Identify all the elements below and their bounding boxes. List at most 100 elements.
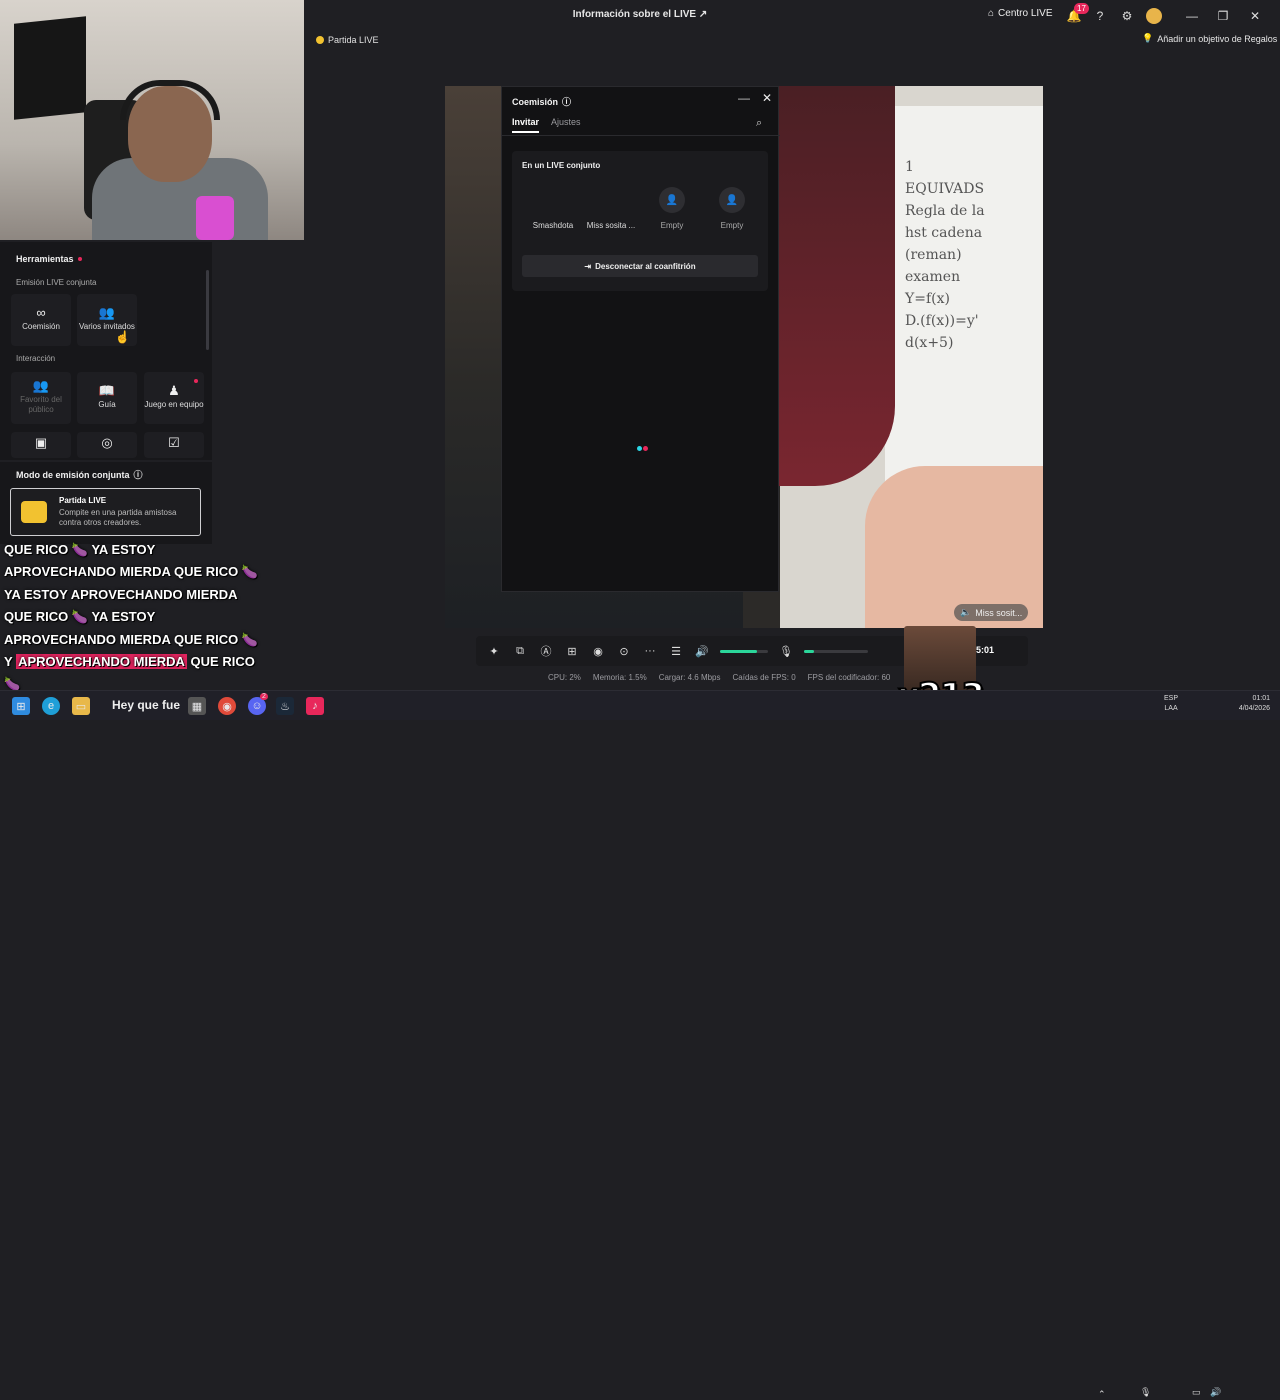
panel-title: Coemisión ⓘ	[512, 95, 572, 108]
memory-metric: Memoria: 1.5%	[592, 673, 647, 682]
book-icon: 📖	[98, 383, 116, 398]
settings-sliders-icon[interactable]: ☰	[668, 645, 684, 658]
loading-spinner	[637, 446, 648, 451]
section-label: Emisión LIVE conjunta	[16, 278, 97, 287]
box-icon: ▣	[34, 435, 48, 450]
help-icon[interactable]: ⓘ	[134, 468, 143, 481]
card-description: Compite en una partida amistosa contra o…	[59, 508, 177, 527]
mic-level-bar[interactable]	[804, 649, 868, 653]
stream-timer: 5:01	[976, 645, 995, 655]
close-icon[interactable]: ✕	[1247, 8, 1263, 24]
microphone	[196, 196, 234, 240]
joint-live-title: En un LIVE conjunto	[522, 161, 601, 170]
guest-name-chip[interactable]: 🔈 Miss sosit...	[954, 604, 1029, 621]
tools-panel: Herramientas Emisión LIVE conjunta ∞ Coem…	[0, 242, 212, 460]
webcam-feed	[0, 0, 304, 240]
partida-live-chip[interactable]: Partida LIVE	[316, 31, 379, 48]
guide-button[interactable]: 📖 Guía	[77, 372, 137, 424]
caption-line: APROVECHANDO MIERDA QUE RICO 🍆	[4, 564, 259, 580]
minimize-icon[interactable]: —	[738, 91, 750, 105]
match-icon	[21, 501, 47, 523]
minimize-icon[interactable]: —	[1184, 8, 1200, 24]
language-indicator[interactable]: ESP LAA	[1164, 694, 1178, 714]
tool-button[interactable]: ◎	[77, 432, 137, 458]
tiktok-live-icon[interactable]: ♪	[306, 697, 324, 715]
folder-icon[interactable]: ▭	[72, 697, 90, 715]
tools-title: Herramientas	[16, 254, 82, 264]
add-gift-goal-button[interactable]: 💡 Añadir un objetivo de Regalos	[1142, 33, 1277, 44]
speaker-icon[interactable]: 🔊	[1210, 1387, 1221, 1398]
restore-icon[interactable]: ❐	[1215, 8, 1231, 24]
partida-live-card[interactable]: Partida LIVE Compite en una partida amis…	[10, 488, 201, 536]
fps-drop-metric: Caídas de FPS: 0	[732, 673, 796, 682]
chevron-up-icon[interactable]: ⌃	[1098, 1389, 1106, 1400]
player-icon: ♟	[168, 383, 180, 398]
guest-slot[interactable]: Miss sosita ...	[582, 187, 640, 230]
scrollbar[interactable]	[206, 270, 209, 350]
more-icon[interactable]: ···	[642, 645, 658, 657]
tab-invitar[interactable]: Invitar	[512, 117, 540, 133]
mic-icon[interactable]: 🎙	[778, 645, 794, 658]
search-icon[interactable]: ⌕	[756, 117, 762, 130]
monitor-icon[interactable]: ▭	[1192, 1387, 1201, 1398]
mic-icon[interactable]: 🎙	[1140, 1387, 1151, 1398]
windows-start-icon[interactable]: ⊞	[12, 697, 30, 715]
mic-level-fill	[804, 649, 814, 653]
layers-icon[interactable]: ⧉	[512, 645, 528, 658]
caption-line: YA ESTOY APROVECHANDO MIERDA	[4, 586, 238, 602]
coemision-tool-button[interactable]: ∞ Coemisión	[11, 294, 71, 346]
record-icon[interactable]: ◉	[590, 645, 606, 658]
add-source-icon[interactable]: ⊞	[564, 645, 580, 658]
new-dot	[77, 257, 82, 261]
discord-badge: 2	[260, 693, 268, 700]
magic-wand-icon[interactable]: ✦	[486, 645, 502, 658]
clock[interactable]: 01:01 4/04/2026	[1228, 694, 1270, 714]
help-icon[interactable]: ⓘ	[562, 95, 571, 108]
ai-icon[interactable]: Ⓐ	[538, 643, 554, 659]
steam-icon[interactable]: ♨	[276, 697, 294, 715]
close-icon[interactable]: ✕	[762, 91, 772, 105]
chrome-icon[interactable]: ◉	[218, 697, 236, 715]
tab-ajustes[interactable]: Ajustes	[551, 117, 581, 133]
tool-button[interactable]: ☑	[144, 432, 204, 458]
tool-button[interactable]: ▣	[11, 432, 71, 458]
empty-slot[interactable]: 👤 Empty	[643, 187, 701, 230]
app-icon[interactable]: ▦	[188, 697, 206, 715]
coin-icon	[316, 35, 324, 44]
headset	[120, 80, 220, 120]
lightbulb-icon: 💡	[1142, 33, 1154, 43]
cursor-icon: ☝	[115, 330, 130, 344]
help-icon[interactable]: ?	[1092, 8, 1108, 24]
caption-line: Y APROVECHANDO MIERDA QUE RICO	[4, 654, 255, 670]
gear-icon[interactable]: ⚙	[1119, 8, 1135, 24]
speaker-icon[interactable]: 🔊	[694, 645, 710, 658]
new-dot	[194, 379, 198, 383]
caption-line: APROVECHANDO MIERDA QUE RICO 🍆	[4, 631, 259, 647]
volume-slider[interactable]	[720, 649, 768, 653]
coemision-panel: Coemisión ⓘ — ✕ Invitar Ajustes ⌕ En un L…	[501, 86, 780, 592]
caption-line: QUE RICO 🍆 YA ESTOY	[4, 609, 156, 625]
check-icon: ☑	[168, 435, 180, 450]
notification-badge: 17	[1074, 3, 1089, 14]
target-icon: ◎	[101, 435, 113, 450]
camera-switch-icon[interactable]: ⊙	[616, 645, 632, 658]
taskbar: ⊞ e ▭ ▦ ◉ ☺ 2 ♨ ♪ ⌃ 🎙 ▭ 🔊	[0, 690, 1280, 1399]
home-icon: ⌂	[988, 8, 995, 19]
joint-live-card: En un LIVE conjunto Smashdota Miss sosit…	[512, 151, 768, 291]
section-label: Interacción	[16, 354, 56, 363]
guest-avatar	[540, 187, 566, 213]
edge-icon[interactable]: e	[42, 697, 60, 715]
volume-fill	[720, 649, 758, 653]
disconnect-cohost-button[interactable]: ⇥ Desconectar al coanfitrión	[522, 255, 758, 277]
avatar[interactable]	[1146, 8, 1162, 24]
card-title: Partida LIVE	[59, 496, 107, 505]
joint-mode-panel: Modo de emisión conjunta ⓘ Partida LIVE C…	[0, 462, 212, 544]
speaker-icon: 🔈	[960, 607, 972, 617]
tab-bar: Invitar Ajustes	[512, 117, 581, 133]
guest-slot[interactable]: Smashdota	[524, 187, 582, 230]
empty-slot[interactable]: 👤 Empty	[703, 187, 761, 230]
audience-favorite-button[interactable]: 👥 Favorito del público	[11, 372, 71, 424]
person-icon: 👤	[719, 187, 745, 213]
centro-live-button[interactable]: ⌂ Centro LIVE	[988, 8, 1053, 19]
people-icon: 👥	[32, 378, 50, 393]
